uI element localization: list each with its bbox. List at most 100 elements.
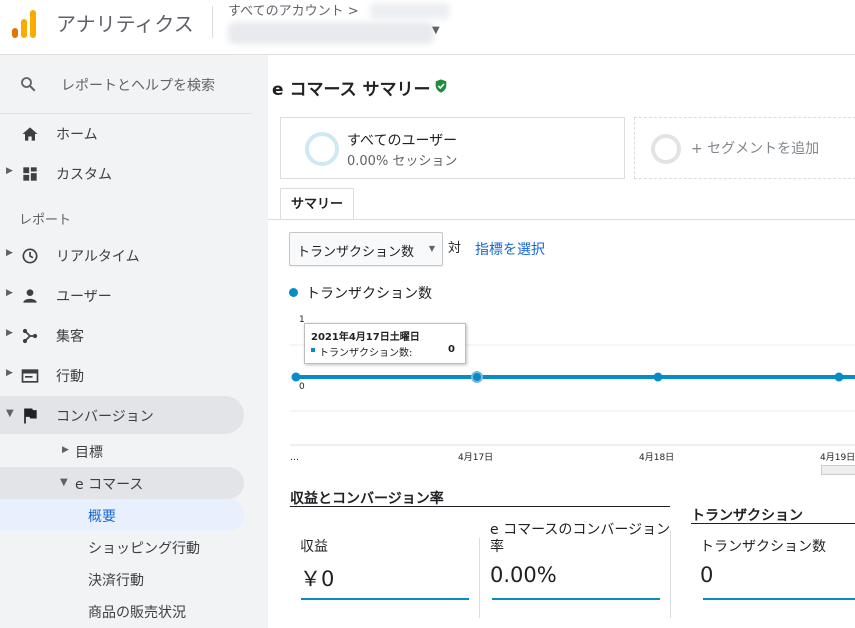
line-chart[interactable]: 1 0… 4月17日 4月18日 4月19日 2021年4月17日土曜日 トランザクショ… <box>268 303 855 473</box>
metric-select[interactable]: トランザクション数 ▼ <box>289 232 443 266</box>
x-tick-label: … <box>290 453 299 463</box>
sidebar-item-overview[interactable]: 概要 <box>0 499 244 531</box>
divider <box>691 523 855 524</box>
sidebar-label: ホーム <box>56 127 98 143</box>
clock-icon <box>22 248 38 264</box>
kpi-sparkline <box>703 598 855 600</box>
sidebar-item-conversions[interactable]: ▼ コンバージョン <box>0 396 244 434</box>
x-tick-label: 4月17日 <box>458 452 493 463</box>
revenue-section-heading: 収益とコンバージョン率 <box>290 491 444 507</box>
divider <box>670 530 671 618</box>
data-point <box>834 372 844 382</box>
kpi-sparkline <box>492 598 660 600</box>
search-placeholder: レポートとヘルプを検索 <box>61 78 215 94</box>
expand-arrow-icon: ▶ <box>6 248 13 258</box>
sidebar-item-users[interactable]: ▶ ユーザー <box>0 276 252 314</box>
expand-arrow-icon: ▶ <box>6 368 13 378</box>
sidebar-item-home[interactable]: ホーム <box>0 114 252 152</box>
divider <box>290 506 670 507</box>
home-icon <box>22 127 38 141</box>
sidebar-label: 決済行動 <box>88 573 144 589</box>
kpi-conversion-value: 0.00% <box>490 563 557 587</box>
chevron-down-icon: ▼ <box>428 244 435 253</box>
sidebar-item-custom[interactable]: ▶ カスタム <box>0 154 252 192</box>
sidebar-label: ショッピング行動 <box>88 541 200 557</box>
report-search[interactable]: レポートとヘルプを検索 <box>0 55 252 114</box>
account-name-redacted <box>370 3 450 19</box>
kpi-revenue-value: ￥0 <box>300 567 335 591</box>
add-segment-button[interactable]: + セグメントを追加 <box>634 117 855 179</box>
kpi-conversion-label-line2: 率 <box>490 539 504 555</box>
app-title: アナリティクス <box>56 12 194 36</box>
segment-share: 0.00% セッション <box>347 154 458 169</box>
sidebar-item-checkout-behavior[interactable]: 決済行動 <box>0 563 252 595</box>
chart-expand-handle[interactable] <box>821 465 855 475</box>
kpi-conversion-label: e コマースのコンバージョン 率 <box>490 522 670 556</box>
transactions-section-heading: トランザクション <box>691 508 803 524</box>
legend-label: トランザクション数 <box>306 286 432 302</box>
sidebar-label: 概要 <box>88 509 116 525</box>
kpi-transactions-label: トランザクション数 <box>700 539 826 555</box>
expand-arrow-icon: ▶ <box>6 328 13 338</box>
tooltip-value: 0 <box>448 344 455 355</box>
kpi-sparkline <box>301 598 469 600</box>
search-icon <box>21 77 36 92</box>
page-title: e コマース サマリー <box>272 80 431 100</box>
analytics-logo[interactable] <box>12 8 38 38</box>
sidebar-item-acquisition[interactable]: ▶ 集客 <box>0 316 252 354</box>
section-reports-label: レポート <box>19 213 72 228</box>
divider <box>479 538 480 618</box>
metric-select-value: トランザクション数 <box>297 245 415 260</box>
expand-arrow-icon: ▶ <box>6 166 13 176</box>
account-breadcrumb[interactable]: すべてのアカウント > <box>228 0 359 19</box>
versus-label: 対 <box>448 241 462 256</box>
sidebar-item-product-performance[interactable]: 商品の販売状況 <box>0 595 252 627</box>
sidebar-item-ecommerce[interactable]: ▼ e コマース <box>0 467 244 499</box>
tooltip-date: 2021年4月17日土曜日 <box>311 332 420 343</box>
verified-shield-icon <box>435 79 447 93</box>
view-selector-redacted[interactable] <box>228 22 434 44</box>
sidebar-item-realtime[interactable]: ▶ リアルタイム <box>0 236 252 274</box>
chart-tooltip: 2021年4月17日土曜日 トランザクション数: 0 <box>304 323 466 364</box>
sidebar-item-shopping-behavior[interactable]: ショッピング行動 <box>0 531 252 563</box>
collapse-arrow-icon: ▼ <box>6 408 14 419</box>
collapse-arrow-icon: ▼ <box>60 477 68 488</box>
segment-card[interactable]: すべてのユーザー 0.00% セッション <box>280 117 625 179</box>
kpi-conversion-label-line1: e コマースのコンバージョン <box>490 522 671 538</box>
main-content: e コマース サマリー すべてのユーザー 0.00% セッション + セグメント… <box>268 55 855 628</box>
x-tick-label: 4月19日 <box>820 452 855 463</box>
tooltip-swatch <box>311 348 315 352</box>
caret-down-icon[interactable]: ▼ <box>432 25 440 36</box>
sidebar-item-goals[interactable]: ▶ 目標 <box>0 435 252 467</box>
tooltip-key: トランザクション数: <box>319 348 413 359</box>
sidebar-label: カスタム <box>56 167 112 183</box>
flag-icon <box>24 408 37 424</box>
kpi-revenue-label: 収益 <box>300 539 328 555</box>
data-point <box>471 371 483 383</box>
sidebar: レポートとヘルプを検索 ホーム ▶ カスタム レポート ▶ リアルタイム ▶ ユ… <box>0 55 268 628</box>
sidebar-label: ユーザー <box>56 289 112 305</box>
tab-underline <box>268 219 855 220</box>
data-point <box>291 372 301 382</box>
data-point <box>653 372 663 382</box>
kpi-transactions-value: 0 <box>700 563 714 587</box>
sidebar-label: リアルタイム <box>56 249 140 265</box>
tab-summary[interactable]: サマリー <box>280 188 354 220</box>
top-bar: アナリティクス すべてのアカウント > ▼ <box>0 0 855 55</box>
expand-arrow-icon: ▶ <box>6 288 13 298</box>
sidebar-label: 行動 <box>56 369 84 385</box>
dashboard-icon <box>23 167 37 181</box>
sidebar-item-behavior[interactable]: ▶ 行動 <box>0 356 252 394</box>
acquisition-icon <box>22 328 38 344</box>
add-segment-label: + セグメントを追加 <box>691 141 820 157</box>
sidebar-label: コンバージョン <box>56 409 154 425</box>
segment-ring-icon <box>651 134 681 164</box>
sidebar-label: 商品の販売状況 <box>88 605 186 621</box>
behavior-icon <box>21 369 39 383</box>
select-metric-link[interactable]: 指標を選択 <box>475 239 545 259</box>
y-tick-label: 0 <box>299 382 305 392</box>
sidebar-label: e コマース <box>75 477 144 493</box>
expand-arrow-icon: ▶ <box>62 445 69 455</box>
divider <box>212 6 213 38</box>
x-tick-label: 4月18日 <box>639 452 674 463</box>
